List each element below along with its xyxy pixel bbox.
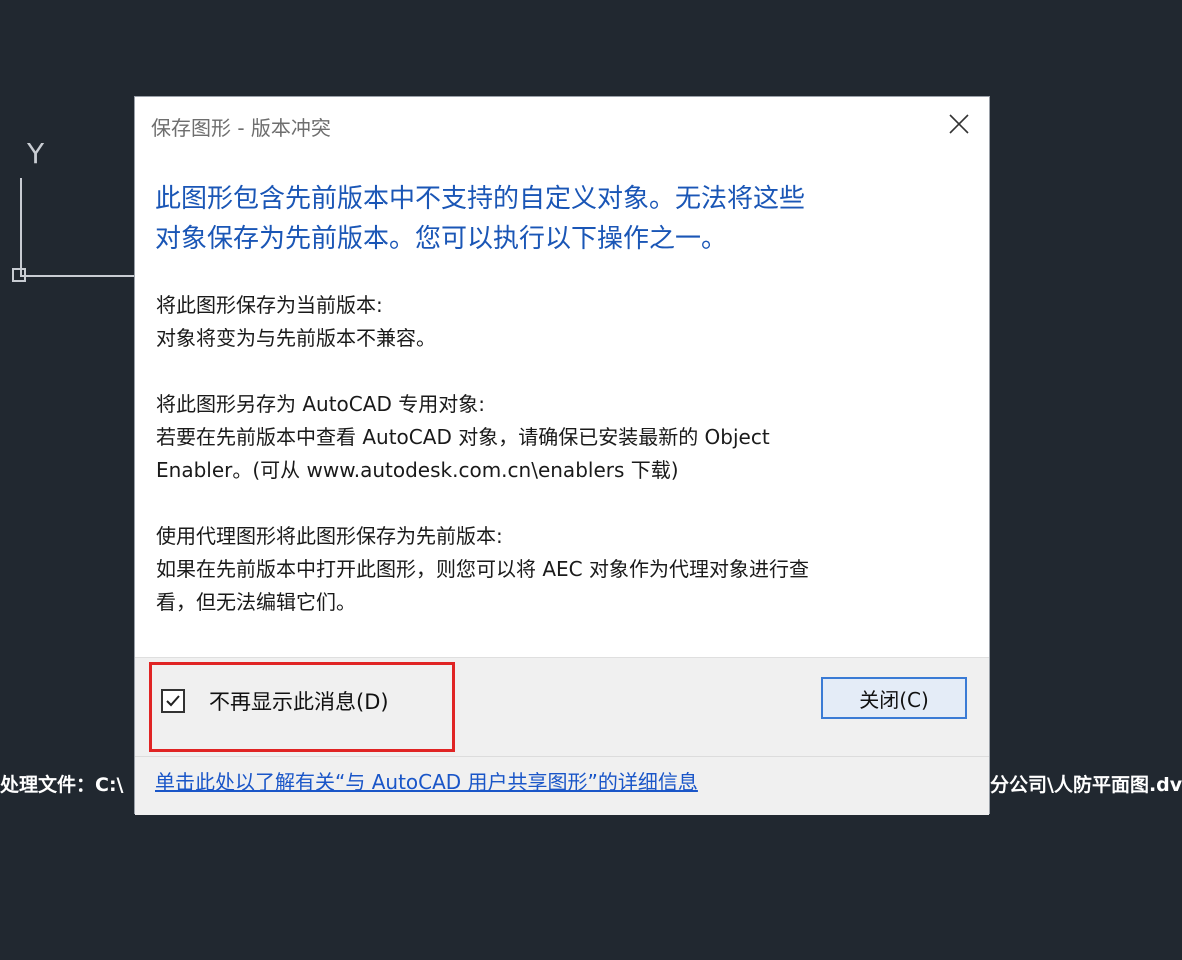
command-line-text-left: 处理文件：C:\: [0, 774, 124, 796]
option-save-current: 将此图形保存为当前版本: 对象将变为与先前版本不兼容。: [156, 289, 976, 355]
footer-divider: [135, 756, 989, 757]
dialog-title: 保存图形 - 版本冲突: [151, 116, 331, 140]
option-title: 使用代理图形将此图形保存为先前版本:: [156, 524, 503, 548]
close-button[interactable]: 关闭(C): [821, 677, 967, 719]
dont-show-again-checkbox[interactable]: [161, 689, 185, 713]
option-save-proxy-graphics: 使用代理图形将此图形保存为先前版本: 如果在先前版本中打开此图形，则您可以将 A…: [156, 520, 976, 619]
option-description: Enabler。(可从 www.autodesk.com.cn\enablers…: [156, 458, 679, 482]
ucs-y-axis: [20, 178, 22, 275]
option-title: 将此图形另存为 AutoCAD 专用对象:: [156, 392, 485, 416]
heading-line: 此图形包含先前版本中不支持的自定义对象。无法将这些: [155, 184, 806, 214]
dialog-footer: 不再显示此消息(D) 关闭(C) 单击此处以了解有关“与 AutoCAD 用户共…: [135, 657, 989, 815]
checkmark-icon: [166, 695, 180, 707]
ucs-y-label: Y: [27, 137, 45, 170]
close-icon[interactable]: [946, 111, 972, 137]
option-description: 看，但无法编辑它们。: [156, 590, 356, 614]
option-description: 对象将变为与先前版本不兼容。: [156, 326, 436, 350]
dialog-options: 将此图形保存为当前版本: 对象将变为与先前版本不兼容。 将此图形另存为 Auto…: [156, 289, 976, 652]
dont-show-again-label[interactable]: 不再显示此消息(D): [209, 686, 389, 716]
option-save-autocad-objects: 将此图形另存为 AutoCAD 专用对象: 若要在先前版本中查看 AutoCAD…: [156, 388, 976, 487]
dont-show-again-row[interactable]: 不再显示此消息(D): [161, 688, 389, 714]
option-title: 将此图形保存为当前版本:: [156, 293, 383, 317]
ucs-x-axis: [20, 275, 135, 277]
dialog-heading: 此图形包含先前版本中不支持的自定义对象。无法将这些 对象保存为先前版本。您可以执…: [155, 179, 975, 259]
ucs-origin-box: [12, 268, 26, 282]
heading-line: 对象保存为先前版本。您可以执行以下操作之一。: [155, 224, 728, 254]
option-description: 若要在先前版本中查看 AutoCAD 对象，请确保已安装最新的 Object: [156, 425, 770, 449]
command-line-text-right: 分公司\人防平面图.dv: [990, 774, 1182, 796]
save-version-conflict-dialog: 保存图形 - 版本冲突 此图形包含先前版本中不支持的自定义对象。无法将这些 对象…: [134, 96, 990, 815]
ucs-icon: Y: [0, 140, 140, 300]
help-link[interactable]: 单击此处以了解有关“与 AutoCAD 用户共享图形”的详细信息: [155, 766, 698, 795]
option-description: 如果在先前版本中打开此图形，则您可以将 AEC 对象作为代理对象进行查: [156, 557, 809, 581]
